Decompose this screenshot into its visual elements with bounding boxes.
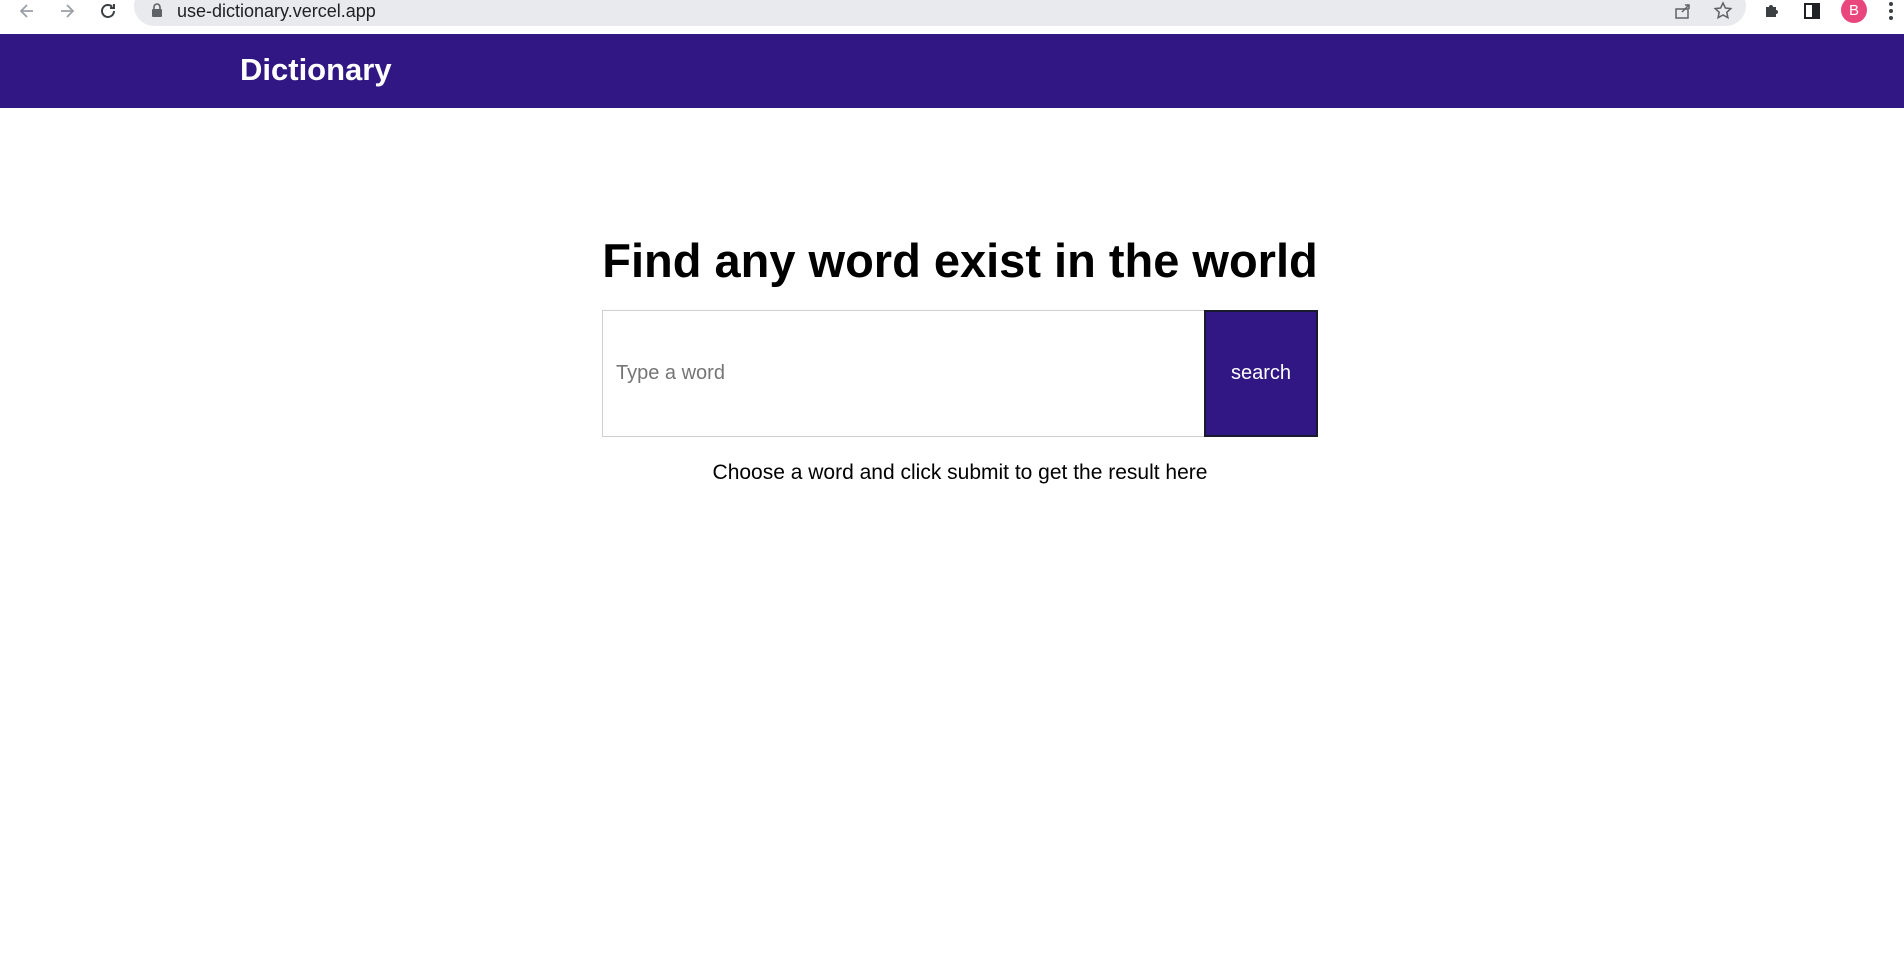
puzzle-icon	[1766, 5, 1778, 17]
back-button[interactable]	[12, 0, 42, 22]
side-panel-icon	[1804, 3, 1820, 19]
profile-avatar[interactable]: B	[1841, 0, 1867, 23]
address-bar[interactable]	[134, 0, 1746, 26]
lock-icon	[152, 3, 162, 17]
share-button[interactable]	[1671, 0, 1695, 22]
extensions-button[interactable]	[1759, 0, 1785, 22]
arrow-left-icon	[19, 4, 33, 18]
bookmark-button[interactable]	[1711, 0, 1735, 22]
search-button[interactable]: search	[1204, 310, 1318, 437]
more-vertical-icon[interactable]	[1884, 0, 1898, 22]
reload-icon	[101, 4, 115, 18]
search-form: search	[602, 310, 1318, 437]
app-title[interactable]: Dictionary	[240, 52, 392, 88]
forward-button[interactable]	[52, 0, 82, 22]
side-panel-button[interactable]	[1799, 0, 1825, 22]
reload-button[interactable]	[93, 0, 123, 22]
url-text[interactable]: use-dictionary.vercel.app	[177, 0, 376, 22]
star-icon	[1713, 1, 1733, 20]
search-input[interactable]	[602, 310, 1204, 437]
share-icon	[1675, 4, 1690, 19]
arrow-right-icon	[61, 4, 75, 18]
result-hint: Choose a word and click submit to get th…	[712, 461, 1208, 484]
app-header: Dictionary	[0, 34, 1904, 108]
browser-toolbar: use-dictionary.vercel.app B	[0, 0, 1904, 34]
page-headline: Find any word exist in the world	[602, 234, 1318, 287]
